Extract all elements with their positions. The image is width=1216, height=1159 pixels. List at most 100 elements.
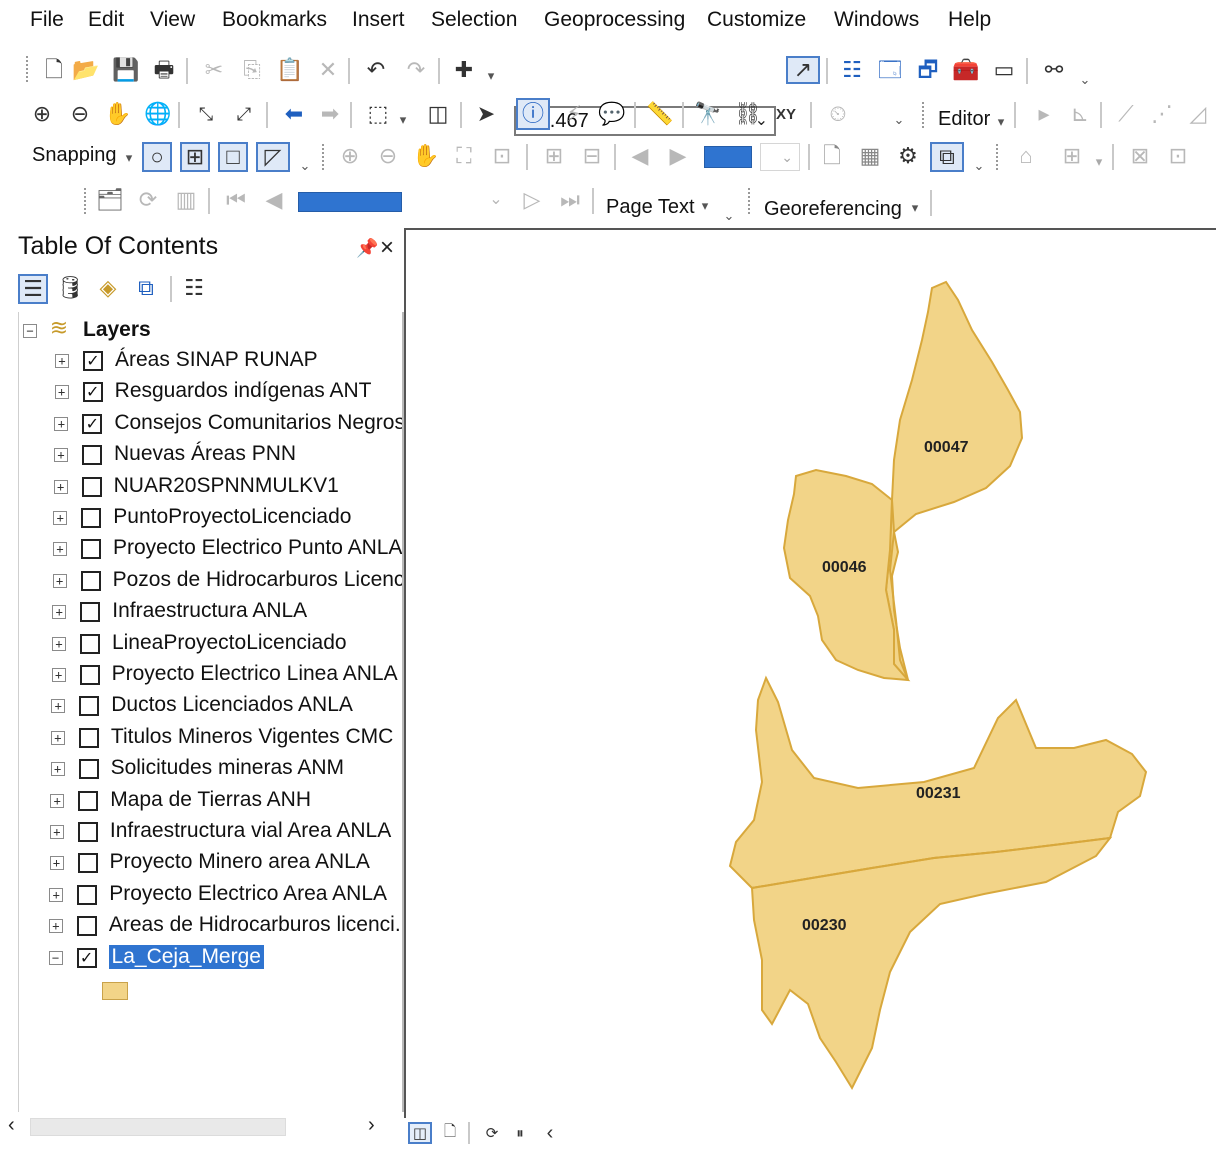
layer-label[interactable]: Infraestructura vial Area ANLA <box>110 819 391 843</box>
page-list-icon[interactable]: ▥ <box>172 186 200 214</box>
close-icon[interactable]: × <box>380 234 394 262</box>
zoom-out-icon[interactable]: ⊖ <box>66 100 94 128</box>
layer-label[interactable]: Pozos de Hidrocarburos Licenc <box>113 568 402 592</box>
find-route-icon[interactable]: ⛓ <box>734 100 762 128</box>
select-dropdown-icon[interactable]: ▾ <box>396 100 410 128</box>
layer-row[interactable]: + Mapa de Tierras ANH <box>19 786 402 816</box>
search-window-icon[interactable]: 🗗 <box>914 56 942 84</box>
expand-icon[interactable]: + <box>50 730 65 745</box>
first-page-icon[interactable]: ⏮ <box>222 186 250 214</box>
next-page-icon[interactable]: ▷ <box>518 186 546 214</box>
identify-icon[interactable]: ⓘ <box>516 98 550 130</box>
edit-annotation-icon[interactable]: ⊾ <box>1066 100 1094 128</box>
editor-toolbar-icon[interactable]: ↗ <box>786 56 820 84</box>
expand-icon[interactable]: + <box>53 511 68 525</box>
measure-icon[interactable]: 📏 <box>646 100 674 128</box>
editor-dropdown-icon[interactable]: ▾ <box>994 102 1008 130</box>
layer-row[interactable]: + Infraestructura vial Area ANLA <box>19 817 402 847</box>
menu-windows[interactable]: Windows <box>834 8 919 32</box>
layer-row[interactable]: + Infraestructura ANLA <box>19 597 402 627</box>
save-icon[interactable]: 💾 <box>112 56 140 84</box>
vertex-snapping-icon[interactable]: □ <box>218 142 248 172</box>
expand-icon[interactable]: + <box>49 825 64 839</box>
select-features-icon[interactable]: ⬚ <box>364 100 392 128</box>
expand-icon[interactable]: + <box>52 542 67 557</box>
layer-visibility-checkbox[interactable] <box>76 916 97 937</box>
layer-visibility-checkbox[interactable] <box>79 696 100 717</box>
copy-icon[interactable]: ⎘ <box>238 56 266 84</box>
layer-visibility-checkbox[interactable] <box>78 727 99 748</box>
layer-label[interactable]: PuntoProyectoLicenciado <box>113 505 351 529</box>
find-binoculars-icon[interactable]: 🔭 <box>694 100 722 128</box>
layer-row[interactable]: + Areas de Hidrocarburos licenci. <box>19 911 402 941</box>
zoom-percent-dropdown[interactable]: ⌄ <box>760 143 800 171</box>
previous-page-icon[interactable]: ◀ <box>260 186 288 214</box>
data-driven-pages-icon[interactable]: ⧉ <box>930 142 964 172</box>
end-point-arc-icon[interactable]: ⋰ <box>1148 100 1176 128</box>
layer-row[interactable]: + NUAR20SPNNMULKV1 <box>19 472 402 502</box>
layer-visibility-checkbox[interactable]: ✓ <box>76 947 97 968</box>
toolbar-options-icon[interactable]: ⌄ <box>892 100 906 128</box>
layout-zoom-in-icon[interactable]: ⊕ <box>336 142 364 170</box>
menu-view[interactable]: View <box>150 8 195 32</box>
layout-view-icon[interactable]: 🗋 <box>438 1122 462 1144</box>
layer-label[interactable]: Proyecto Electrico Linea ANLA <box>112 662 398 686</box>
toolbar-options-icon[interactable]: ⌄ <box>972 146 986 174</box>
expand-icon[interactable]: + <box>51 668 66 682</box>
layer-label[interactable]: Solicitudes mineras ANM <box>111 756 344 780</box>
pause-drawing-icon[interactable]: ⏸ <box>508 1122 532 1144</box>
layer-visibility-checkbox[interactable] <box>77 884 98 905</box>
layer-label[interactable]: Proyecto Electrico Punto ANLA <box>113 536 402 560</box>
expand-icon[interactable]: + <box>54 416 69 431</box>
data-view-icon[interactable]: ◫ <box>408 1122 432 1144</box>
layer-visibility-checkbox[interactable] <box>81 508 102 528</box>
snapping-dropdown-icon[interactable]: ▾ <box>122 138 136 166</box>
add-data-icon[interactable]: ✚ <box>450 56 478 84</box>
layer-row[interactable]: + ✓ Consejos Comunitarios Negros <box>19 409 402 439</box>
snapping-menu[interactable]: Snapping <box>32 144 117 167</box>
toolbar-grip[interactable] <box>748 188 754 214</box>
list-by-source-icon[interactable]: 🛢 <box>56 274 84 302</box>
toolbar-options-icon[interactable]: ⌄ <box>298 146 312 174</box>
parcel-00047[interactable] <box>884 280 1024 681</box>
topology-icon[interactable]: ⌂ <box>1012 142 1040 170</box>
layer-label[interactable]: LineaProyectoLicenciado <box>112 631 347 655</box>
page-text-menu[interactable]: Page Text <box>606 196 695 219</box>
change-layout-icon[interactable]: ⚙ <box>894 142 922 170</box>
toolbar-grip[interactable] <box>322 144 328 170</box>
editor-menu[interactable]: Editor <box>938 108 990 131</box>
topology-dropdown-icon[interactable]: ▾ <box>1092 142 1106 170</box>
layer-row[interactable]: + ✓ Áreas SINAP RUNAP <box>19 346 402 376</box>
scroll-thumb[interactable] <box>30 1118 286 1136</box>
fixed-zoom-in-layout-icon[interactable]: ⊞ <box>540 142 568 170</box>
zoom-100-icon[interactable]: ⊡ <box>488 142 516 170</box>
list-by-visibility-icon[interactable]: ◈ <box>94 274 122 302</box>
show-shared-features-icon[interactable]: ⊡ <box>1164 142 1192 170</box>
menu-geoprocessing[interactable]: Geoprocessing <box>544 8 685 32</box>
map-view[interactable]: 00047 00046 00231 00230 <box>404 228 1216 1118</box>
layer-label[interactable]: Areas de Hidrocarburos licenci. <box>109 913 401 937</box>
layer-visibility-checkbox[interactable]: ✓ <box>82 413 103 434</box>
page-text-dropdown-icon[interactable]: ▾ <box>698 186 712 214</box>
clear-selection-icon[interactable]: ◫ <box>424 100 452 128</box>
back-extent-icon[interactable]: ⬅ <box>280 100 308 128</box>
arctoolbox-icon[interactable]: 🧰 <box>952 56 980 84</box>
toolbar-grip[interactable] <box>26 56 32 82</box>
edit-tool-icon[interactable]: ▸ <box>1030 100 1058 128</box>
page-name-field[interactable] <box>298 192 402 212</box>
expand-icon[interactable]: + <box>51 636 66 651</box>
fixed-zoom-in-icon[interactable]: ⤡ <box>192 100 220 128</box>
layer-row[interactable]: + Solicitudes mineras ANM <box>19 754 402 784</box>
layer-label[interactable]: Infraestructura ANLA <box>112 599 307 623</box>
topology-edit-icon[interactable]: ⊠ <box>1126 142 1154 170</box>
layer-label[interactable]: Resguardos indígenas ANT <box>115 379 372 403</box>
collapse-icon[interactable]: − <box>48 950 63 965</box>
toolbar-grip[interactable] <box>922 102 928 128</box>
layer-visibility-checkbox[interactable] <box>81 476 102 497</box>
next-extent-layout-icon[interactable]: ▶ <box>664 142 692 170</box>
layer-visibility-checkbox[interactable]: ✓ <box>82 382 103 403</box>
menu-help[interactable]: Help <box>948 8 991 32</box>
refresh-pages-icon[interactable]: ⟳ <box>134 186 162 214</box>
layer-row[interactable]: + Ductos Licenciados ANLA <box>19 691 402 721</box>
cut-icon[interactable]: ✂ <box>200 56 228 84</box>
